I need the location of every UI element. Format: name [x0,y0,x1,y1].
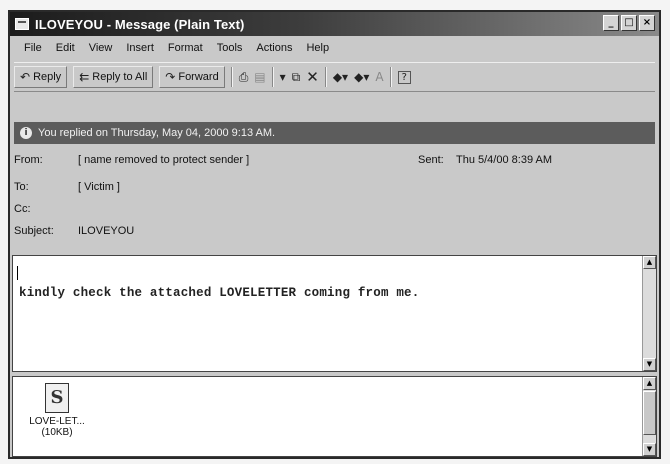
reply-button[interactable]: ↶ Reply [14,66,68,88]
cc-label: Cc: [14,203,31,215]
to-label: To: [14,181,29,193]
to-value[interactable]: [ Victim ] [78,181,120,193]
attachment-item[interactable]: S LOVE-LET... (10KB) [27,383,87,438]
menu-tools[interactable]: Tools [217,42,243,54]
info-bar: i You replied on Thursday, May 04, 2000 … [14,122,655,144]
move-icon[interactable]: ⧉ [292,70,301,85]
attachment-name: LOVE-LET... [29,416,85,427]
sent-label: Sent: [418,154,444,166]
body-scrollbar[interactable]: ▲ ▼ [642,256,656,371]
menu-bar: File Edit View Insert Format Tools Actio… [10,38,659,58]
script-file-icon: S [45,383,69,413]
to-row: To: [ Victim ] [10,181,659,195]
toolbar-divider [389,67,392,87]
maximize-button[interactable]: □ [621,15,637,31]
subject-value: ILOVEYOU [78,225,135,237]
attachment-scrollbar[interactable]: ▲ ▼ [642,377,656,456]
next-icon[interactable]: ◆▾ [354,70,369,84]
attachment-size: (10KB) [41,427,73,438]
window-icon [15,18,29,30]
subject-row: Subject: ILOVEYOU [10,225,659,239]
delete-icon[interactable]: ✕ [306,68,319,86]
save-icon[interactable]: ▤ [254,70,265,84]
previous-icon[interactable]: ◆▾ [333,70,348,84]
menu-edit[interactable]: Edit [56,42,75,54]
menu-actions[interactable]: Actions [256,42,292,54]
scroll-up-arrow-icon[interactable]: ▲ [643,256,656,269]
help-icon[interactable]: ? [397,70,411,84]
scroll-up-arrow-icon[interactable]: ▲ [643,377,656,390]
reply-icon: ↶ [20,70,31,84]
toolbar-divider [324,67,327,87]
cc-row: Cc: [10,203,659,217]
info-icon: i [20,127,32,139]
scroll-down-arrow-icon[interactable]: ▼ [643,358,656,371]
reply-all-button[interactable]: ⇇ Reply to All [73,66,154,88]
close-button[interactable]: × [639,15,655,31]
toolbar-divider [271,67,274,87]
menu-format[interactable]: Format [168,42,203,54]
reply-all-label: Reply to All [92,71,148,83]
text-caret [17,266,18,280]
forward-icon: ↷ [165,70,176,84]
forward-label: Forward [178,71,219,83]
message-body-text: kindly check the attached LOVELETTER com… [19,286,420,300]
reply-all-icon: ⇇ [79,70,90,84]
menu-file[interactable]: File [24,42,42,54]
print-icon[interactable]: ⎙ [239,70,249,85]
sent-value: Thu 5/4/00 8:39 AM [456,154,553,166]
toolbar-divider [230,67,233,87]
flag-icon[interactable]: ▾ [280,70,286,84]
menu-view[interactable]: View [89,42,113,54]
from-row: From: [ name removed to protect sender ]… [10,154,659,168]
window-controls: _ □ × [603,15,655,31]
menu-insert[interactable]: Insert [126,42,154,54]
info-bar-text: You replied on Thursday, May 04, 2000 9:… [38,127,276,139]
window-title: ILOVEYOU - Message (Plain Text) [35,16,245,32]
attachment-pane: S LOVE-LET... (10KB) ▲ ▼ [12,376,657,457]
menu-help[interactable]: Help [306,42,329,54]
forward-button[interactable]: ↷ Forward [159,66,225,88]
scroll-thumb[interactable] [643,391,656,435]
reply-label: Reply [33,71,62,83]
subject-label: Subject: [14,225,54,237]
message-body[interactable]: kindly check the attached LOVELETTER com… [12,255,657,372]
scroll-down-arrow-icon[interactable]: ▼ [643,443,656,456]
message-window: ILOVEYOU - Message (Plain Text) _ □ × Fi… [8,10,661,459]
minimize-button[interactable]: _ [603,15,619,31]
address-book-icon[interactable]: A [375,70,383,84]
from-value[interactable]: [ name removed to protect sender ] [78,154,249,166]
toolbar: ↶ Reply ⇇ Reply to All ↷ Forward ⎙ ▤ ▾ ⧉… [14,62,655,92]
title-bar[interactable]: ILOVEYOU - Message (Plain Text) _ □ × [10,12,659,36]
from-label: From: [14,154,43,166]
